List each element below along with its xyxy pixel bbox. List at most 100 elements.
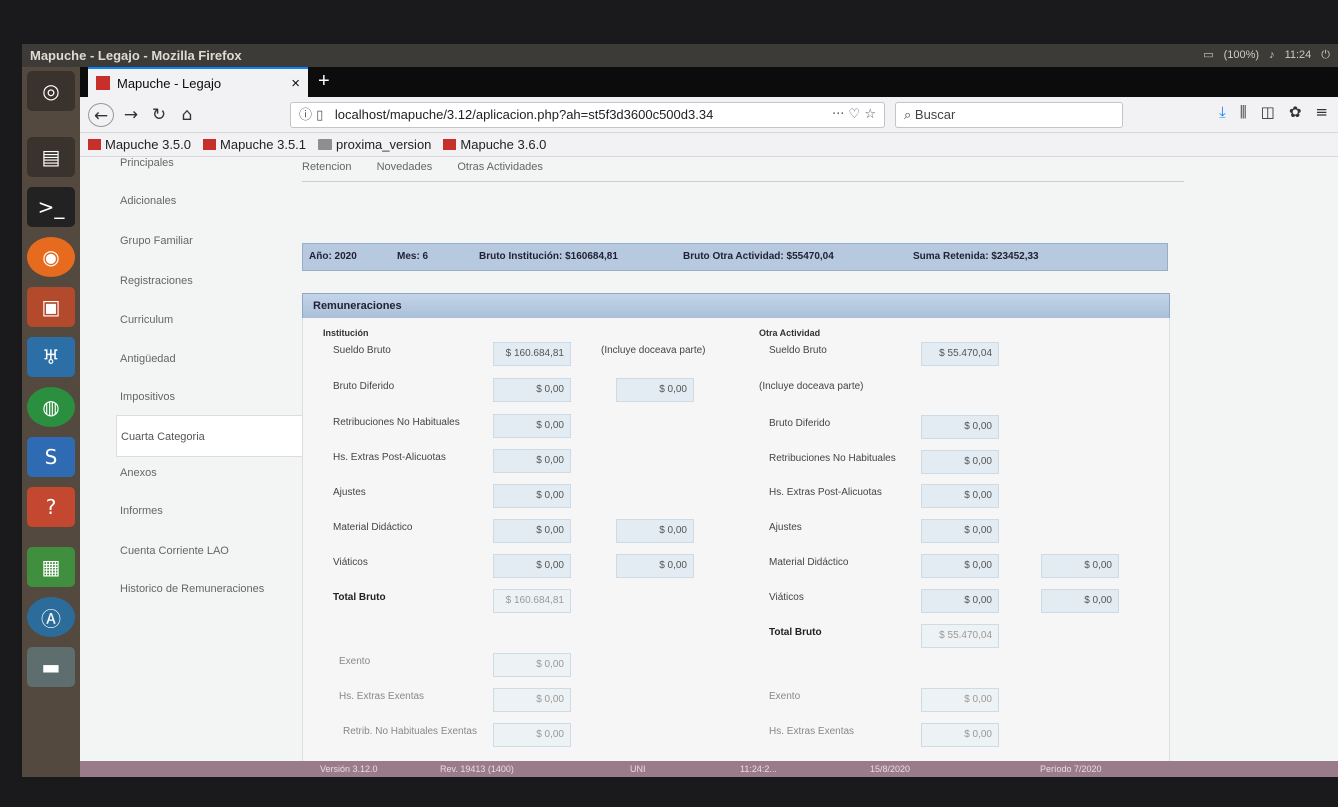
status-revision: Rev. 19413 (1400) (440, 764, 514, 774)
suma-retenida-label: Suma Retenida: $23452,33 (913, 251, 1039, 262)
spreadsheet-icon[interactable]: ▦ (27, 547, 75, 587)
help-icon[interactable]: ? (27, 487, 75, 527)
drive-icon[interactable]: ▬ (27, 647, 75, 687)
tab-retencion[interactable]: Retencion (302, 161, 352, 173)
legajo-side-menu: Principales Adicionales Grupo Familiar R… (80, 157, 308, 777)
inst-retribuciones-input[interactable]: $ 0,00 (493, 414, 571, 438)
sidebar-icon[interactable]: ◫ (1261, 103, 1275, 121)
url-bar[interactable]: ⓘ ▯ localhost/mapuche/3.12/aplicacion.ph… (290, 102, 885, 128)
chrome-icon[interactable]: ◍ (27, 387, 75, 427)
otra-label: Exento (769, 691, 801, 702)
tab-novedades[interactable]: Novedades (377, 161, 433, 173)
mapuche-favicon-icon (443, 139, 457, 150)
postgres-icon[interactable]: ♅ (27, 337, 75, 377)
otra-retribuciones-input[interactable]: $ 0,00 (921, 450, 999, 474)
otra-ajustes-input[interactable]: $ 0,00 (921, 519, 999, 543)
window-title: Mapuche - Legajo - Mozilla Firefox (30, 48, 242, 63)
inst-bruto-diferido-extra-input[interactable]: $ 0,00 (616, 378, 694, 402)
otra-sueldo-bruto-input[interactable]: $ 55.470,04 (921, 342, 999, 366)
toolbar-icons: ⤓ ⫼ ◫ ✿ ≡ (1219, 103, 1328, 121)
menu-antiguedad[interactable]: Antigüedad (120, 353, 176, 365)
inst-ajustes-input[interactable]: $ 0,00 (493, 484, 571, 508)
bruto-institucion-label: Bruto Institución: $160684,81 (479, 251, 618, 262)
menu-historico-remuneraciones[interactable]: Historico de Remuneraciones (120, 583, 264, 595)
otra-label: Ajustes (769, 522, 802, 533)
otra-viaticos-input[interactable]: $ 0,00 (921, 589, 999, 613)
volume-icon[interactable]: ♪ (1269, 44, 1275, 67)
inst-total-label: Total Bruto (333, 592, 386, 603)
inst-label: Exento (339, 656, 371, 667)
reload-icon[interactable]: ↻ (146, 103, 172, 127)
bookmark-mapuche-360[interactable]: Mapuche 3.6.0 (443, 137, 546, 152)
menu-anexos[interactable]: Anexos (120, 467, 157, 479)
menu-icon[interactable]: ≡ (1315, 103, 1328, 121)
inst-sueldo-bruto-input[interactable]: $ 160.684,81 (493, 342, 571, 366)
page-actions-icon[interactable]: ··· ♡ ☆ (832, 103, 876, 127)
inst-bruto-diferido-input[interactable]: $ 0,00 (493, 378, 571, 402)
terminal-icon[interactable]: >_ (27, 187, 75, 227)
battery-icon[interactable]: ▭ (1203, 44, 1213, 67)
back-icon[interactable]: ← (88, 103, 114, 127)
bookmark-folder-proxima[interactable]: proxima_version (318, 137, 431, 152)
inst-retrib-exentas-input[interactable]: $ 0,00 (493, 723, 571, 747)
menu-cuarta-categoria[interactable]: Cuarta Categoria (116, 415, 308, 457)
otra-material-didactico-input[interactable]: $ 0,00 (921, 554, 999, 578)
search-box[interactable]: ⌕ Buscar (895, 102, 1123, 128)
inst-viaticos-extra-input[interactable]: $ 0,00 (616, 554, 694, 578)
inst-material-didactico-input[interactable]: $ 0,00 (493, 519, 571, 543)
inst-material-didactico-extra-input[interactable]: $ 0,00 (616, 519, 694, 543)
tab-mapuche-legajo[interactable]: Mapuche - Legajo × (88, 67, 308, 97)
otra-incluye-doceava: (Incluye doceava parte) (759, 381, 864, 392)
page-info-icon[interactable]: ⓘ ▯ (299, 108, 323, 123)
menu-informes[interactable]: Informes (120, 505, 163, 517)
menu-impositivos[interactable]: Impositivos (120, 391, 175, 403)
firefox-icon[interactable]: ◉ (27, 237, 75, 277)
tab-strip: Mapuche - Legajo × + (80, 67, 1338, 97)
bookmark-label: Mapuche 3.5.0 (105, 137, 192, 152)
menu-adicionales[interactable]: Adicionales (120, 195, 176, 207)
inst-hs-extras-input[interactable]: $ 0,00 (493, 449, 571, 473)
otra-total-bruto-value: $ 55.470,04 (921, 624, 999, 648)
inst-viaticos-input[interactable]: $ 0,00 (493, 554, 571, 578)
menu-curriculum[interactable]: Curriculum (120, 314, 173, 326)
power-icon[interactable]: ⏻ (1321, 44, 1330, 67)
menu-registraciones[interactable]: Registraciones (120, 275, 193, 287)
app-status-bar: Versión 3.12.0 Rev. 19413 (1400) UNI 11:… (80, 761, 1338, 777)
bookmark-mapuche-350[interactable]: Mapuche 3.5.0 (88, 137, 191, 152)
search-icon: ⌕ (904, 107, 915, 122)
menu-cuenta-corriente-lao[interactable]: Cuenta Corriente LAO (120, 545, 229, 557)
menu-principales[interactable]: Principales (120, 157, 174, 169)
otra-material-didactico-extra-input[interactable]: $ 0,00 (1041, 554, 1119, 578)
home-icon[interactable]: ⌂ (174, 103, 200, 127)
otra-label: Material Didáctico (769, 557, 849, 568)
otra-label: Retribuciones No Habituales (769, 453, 896, 464)
clock[interactable]: 11:24 (1285, 44, 1312, 67)
tab-otras-actividades[interactable]: Otras Actividades (457, 161, 543, 173)
inst-exento-input[interactable]: $ 0,00 (493, 653, 571, 677)
otra-hs-extras-input[interactable]: $ 0,00 (921, 484, 999, 508)
menu-grupo-familiar[interactable]: Grupo Familiar (120, 235, 193, 247)
otra-viaticos-extra-input[interactable]: $ 0,00 (1041, 589, 1119, 613)
status-date: 15/8/2020 (870, 764, 911, 774)
inst-total-bruto-value: $ 160.684,81 (493, 589, 571, 613)
software-icon[interactable]: S (27, 437, 75, 477)
inst-hs-extras-exentas-input[interactable]: $ 0,00 (493, 688, 571, 712)
ubuntu-launcher: ◎ ▤ >_ ◉ ▣ ♅ ◍ S ? ▦ Ⓐ ▬ (22, 67, 80, 777)
close-tab-icon[interactable]: × (291, 75, 300, 92)
otra-bruto-diferido-input[interactable]: $ 0,00 (921, 415, 999, 439)
otra-hs-extras-exentas-input[interactable]: $ 0,00 (921, 723, 999, 747)
library-icon[interactable]: ⫼ (1240, 103, 1247, 121)
extension-icon[interactable]: ✿ (1289, 103, 1302, 121)
downloads-icon[interactable]: ⤓ (1219, 103, 1226, 121)
institucion-title: Institución (323, 328, 369, 338)
files-icon[interactable]: ▣ (27, 287, 75, 327)
new-tab-button[interactable]: + (318, 70, 330, 93)
otra-label: Viáticos (769, 592, 804, 603)
workspace-switcher-icon[interactable]: ▤ (27, 137, 75, 177)
bookmark-label: Mapuche 3.6.0 (460, 137, 547, 152)
bookmark-mapuche-351[interactable]: Mapuche 3.5.1 (203, 137, 306, 152)
forward-icon[interactable]: → (118, 103, 144, 127)
otra-exento-input[interactable]: $ 0,00 (921, 688, 999, 712)
updater-icon[interactable]: Ⓐ (27, 597, 75, 637)
dash-icon[interactable]: ◎ (27, 71, 75, 111)
